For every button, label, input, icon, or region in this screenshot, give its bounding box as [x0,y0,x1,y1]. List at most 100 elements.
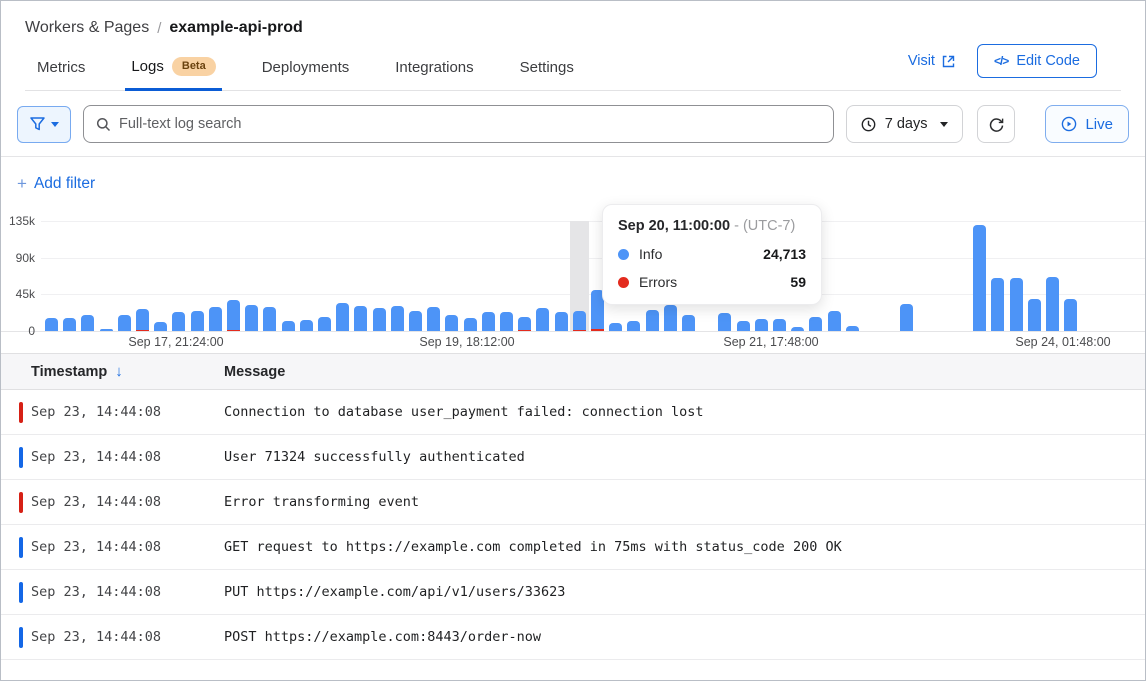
chart-bar[interactable] [991,278,1004,331]
chevron-down-icon [940,122,948,127]
log-search-box[interactable] [83,105,834,143]
chart-bar[interactable] [609,323,622,331]
sort-descending-icon[interactable]: ↓ [115,363,123,380]
chart-baseline [1,331,1145,332]
chart-bar[interactable] [136,309,149,331]
visit-link[interactable]: Visit [908,53,955,69]
chart-bar[interactable] [282,321,295,331]
chart-bar[interactable] [63,318,76,331]
chart-bar[interactable] [1046,277,1059,331]
y-axis-tick: 0 [1,324,35,338]
tab-settings[interactable]: Settings [520,59,574,90]
live-button-label: Live [1085,116,1113,133]
errors-dot-icon [618,277,629,288]
chart-bar[interactable] [172,312,185,331]
chart-bar[interactable] [1064,299,1077,331]
log-row[interactable]: Sep 23, 14:44:08 User 71324 successfully… [1,435,1145,480]
chart-plot-area[interactable] [1,221,1145,331]
tab-integrations[interactable]: Integrations [395,59,473,90]
tab-metrics[interactable]: Metrics [37,59,85,90]
breadcrumb-page-title: example-api-prod [169,19,302,37]
code-icon: </> [994,54,1008,68]
chart-bar[interactable] [773,319,786,331]
log-row[interactable]: Sep 23, 14:44:08 POST https://example.co… [1,615,1145,660]
edit-code-button[interactable]: </> Edit Code [977,44,1097,78]
chart-bar[interactable] [536,308,549,331]
tab-bar: Metrics Logs Beta Deployments Integratio… [25,57,1121,91]
filter-dropdown-button[interactable] [17,106,71,143]
chart-bar[interactable] [209,307,222,331]
log-row[interactable]: Sep 23, 14:44:08 Connection to database … [1,390,1145,435]
chart-bar[interactable] [300,320,313,331]
severity-indicator-info [19,537,23,558]
funnel-icon [30,117,45,131]
chart-bar[interactable] [227,300,240,331]
tooltip-info-label: Info [639,246,662,262]
severity-indicator-info [19,627,23,648]
severity-indicator-error [19,492,23,513]
chart-bar[interactable] [373,308,386,331]
chart-bar[interactable] [973,225,986,331]
plus-icon: + [17,174,27,194]
chart-bar[interactable] [1010,278,1023,331]
chart-bar[interactable] [900,304,913,331]
search-input[interactable] [119,116,821,132]
tooltip-info-value: 24,713 [763,246,806,262]
chart-bar[interactable] [500,312,513,331]
chart-bar[interactable] [45,318,58,331]
chart-bar[interactable] [191,311,204,331]
chart-bar[interactable] [809,317,822,331]
chart-bar[interactable] [828,311,841,331]
chart-bar[interactable] [318,317,331,332]
chart-bar[interactable] [555,312,568,331]
chart-bar[interactable] [573,311,586,331]
chart-bar[interactable] [1028,299,1041,331]
tooltip-timestamp: Sep 20, 11:00:00 [618,218,730,234]
chart-bar[interactable] [81,315,94,331]
breadcrumb-section[interactable]: Workers & Pages [25,19,149,37]
tab-settings-label: Settings [520,59,574,76]
chart-bar[interactable] [627,321,640,332]
log-table: Timestamp ↓ Message Sep 23, 14:44:08 Con… [1,353,1145,660]
chart-bar[interactable] [409,311,422,331]
log-row[interactable]: Sep 23, 14:44:08 PUT https://example.com… [1,570,1145,615]
tab-metrics-label: Metrics [37,59,85,76]
chart-bar[interactable] [336,303,349,332]
chart-bar[interactable] [445,315,458,331]
tooltip-row-errors: Errors 59 [618,274,806,290]
chart-bar[interactable] [354,306,367,331]
chart-bar[interactable] [755,319,768,331]
chart-bar[interactable] [737,321,750,331]
chart-bar[interactable] [464,318,477,331]
y-axis-tick: 135k [1,214,35,228]
tooltip-errors-label: Errors [639,274,677,290]
add-filter-row: + Add filter [1,157,1145,213]
chart-bar[interactable] [154,322,167,331]
log-message: POST https://example.com:8443/order-now [224,629,541,645]
refresh-button[interactable] [977,105,1015,143]
log-row[interactable]: Sep 23, 14:44:08 GET request to https://… [1,525,1145,570]
chart-bar[interactable] [682,315,695,331]
chart-bar[interactable] [391,306,404,331]
tooltip-timezone: - (UTC-7) [734,218,795,234]
chart-bar[interactable] [118,315,131,331]
chart-bar[interactable] [245,305,258,331]
log-timestamp: Sep 23, 14:44:08 [1,404,224,420]
chart-bar[interactable] [482,312,495,331]
chart-bar[interactable] [646,310,659,331]
tab-deployments[interactable]: Deployments [262,59,350,90]
add-filter-label: Add filter [34,175,95,193]
log-row[interactable]: Sep 23, 14:44:08 Error transforming even… [1,480,1145,525]
beta-badge: Beta [172,57,216,76]
tab-logs[interactable]: Logs Beta [131,57,215,90]
chart-bar[interactable] [664,305,677,331]
time-range-dropdown[interactable]: 7 days [846,105,964,143]
timestamp-column-header[interactable]: Timestamp ↓ [1,363,224,380]
chart-bar[interactable] [263,307,276,331]
gridline-135k [41,221,1145,222]
chart-bar[interactable] [427,307,440,331]
chart-bar[interactable] [718,313,731,331]
live-button[interactable]: Live [1045,105,1129,143]
add-filter-button[interactable]: + Add filter [17,174,95,194]
external-link-icon [942,55,955,68]
